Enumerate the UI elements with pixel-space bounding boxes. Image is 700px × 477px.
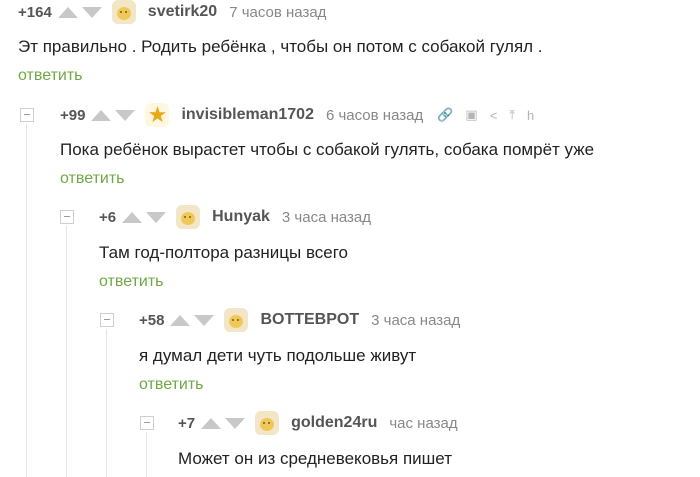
upvote-icon[interactable] (201, 417, 222, 429)
comment-text: я думал дети чуть подольше живут (139, 346, 417, 365)
downvote-icon[interactable] (146, 211, 167, 223)
face-avatar-icon (116, 7, 131, 20)
face-avatar-icon (229, 315, 244, 328)
username[interactable]: svetirk20 (148, 3, 217, 21)
timestamp[interactable]: 3 часа назад (371, 312, 460, 329)
history-icon[interactable]: h (527, 108, 534, 123)
timestamp[interactable]: 7 часов назад (229, 4, 326, 21)
comment-header: +7 golden24ru час назад (178, 411, 472, 435)
comment-header: +99 ★ invisibleman1702 6 часов назад 🔗 ▣… (60, 103, 534, 127)
avatar[interactable] (176, 205, 201, 229)
face-avatar-icon (260, 418, 275, 431)
share-icon[interactable]: < (490, 108, 498, 123)
comment-text: Там год-полтора разницы всего (99, 243, 349, 262)
comment-text: Пока ребёнок вырастет чтобы с собакой гу… (60, 140, 595, 159)
downvote-icon[interactable] (194, 314, 215, 326)
star-avatar-icon: ★ (147, 103, 168, 127)
avatar[interactable] (224, 308, 249, 332)
username[interactable]: BOTTEBPOT (260, 311, 359, 329)
rating: +99 (60, 106, 86, 124)
vote-controls (57, 6, 102, 18)
timestamp[interactable]: 6 часов назад (326, 107, 423, 124)
timestamp[interactable]: час назад (389, 415, 457, 432)
upvote-icon[interactable] (170, 314, 191, 326)
reply-link[interactable]: ответить (60, 170, 125, 188)
comment-header: +58 BOTTEBPOT 3 часа назад (139, 308, 474, 332)
downvote-icon[interactable] (115, 109, 136, 121)
rating: +6 (99, 208, 117, 226)
comment-tools: 🔗 ▣ < ⤒ h (437, 107, 534, 123)
collapse-toggle[interactable] (140, 416, 154, 430)
vote-controls (122, 211, 167, 223)
collapse-toggle[interactable] (100, 313, 114, 327)
username[interactable]: golden24ru (291, 414, 377, 432)
face-avatar-icon (181, 212, 196, 225)
rating: +58 (139, 311, 165, 329)
vote-controls (201, 417, 246, 429)
avatar[interactable] (255, 411, 280, 435)
username[interactable]: invisibleman1702 (181, 106, 314, 124)
downvote-icon[interactable] (225, 417, 246, 429)
comment-text: Может он из средневековья пишет (178, 449, 452, 468)
avatar[interactable] (111, 0, 136, 24)
vote-controls (170, 314, 215, 326)
reply-link[interactable]: ответить (18, 67, 83, 85)
collapse-toggle[interactable] (20, 108, 34, 122)
timestamp[interactable]: 3 часа назад (282, 209, 371, 226)
downvote-icon[interactable] (81, 6, 102, 18)
vote-controls (91, 109, 136, 121)
thread-line[interactable] (146, 432, 147, 477)
comment-header: +6 Hunyak 3 часа назад (99, 205, 385, 229)
comment-text: Эт правильно . Родить ребёнка , чтобы он… (18, 37, 543, 56)
reply-link[interactable]: ответить (139, 376, 204, 394)
upvote-icon[interactable] (57, 6, 78, 18)
reply-link[interactable]: ответить (99, 273, 164, 291)
rating: +7 (178, 414, 196, 432)
upvote-icon[interactable] (91, 109, 112, 121)
username[interactable]: Hunyak (212, 208, 270, 226)
comment-header: +164 svetirk20 7 часов назад (18, 0, 340, 24)
save-icon[interactable]: ▣ (465, 107, 477, 123)
collapse-toggle[interactable] (60, 210, 74, 224)
go-to-parent-icon[interactable]: ⤒ (509, 107, 515, 123)
link-icon[interactable]: 🔗 (437, 107, 453, 123)
rating: +164 (18, 3, 52, 21)
upvote-icon[interactable] (122, 211, 143, 223)
avatar[interactable]: ★ (145, 103, 170, 127)
thread-line[interactable] (66, 226, 67, 477)
thread-line[interactable] (26, 124, 27, 477)
thread-line[interactable] (106, 329, 107, 477)
